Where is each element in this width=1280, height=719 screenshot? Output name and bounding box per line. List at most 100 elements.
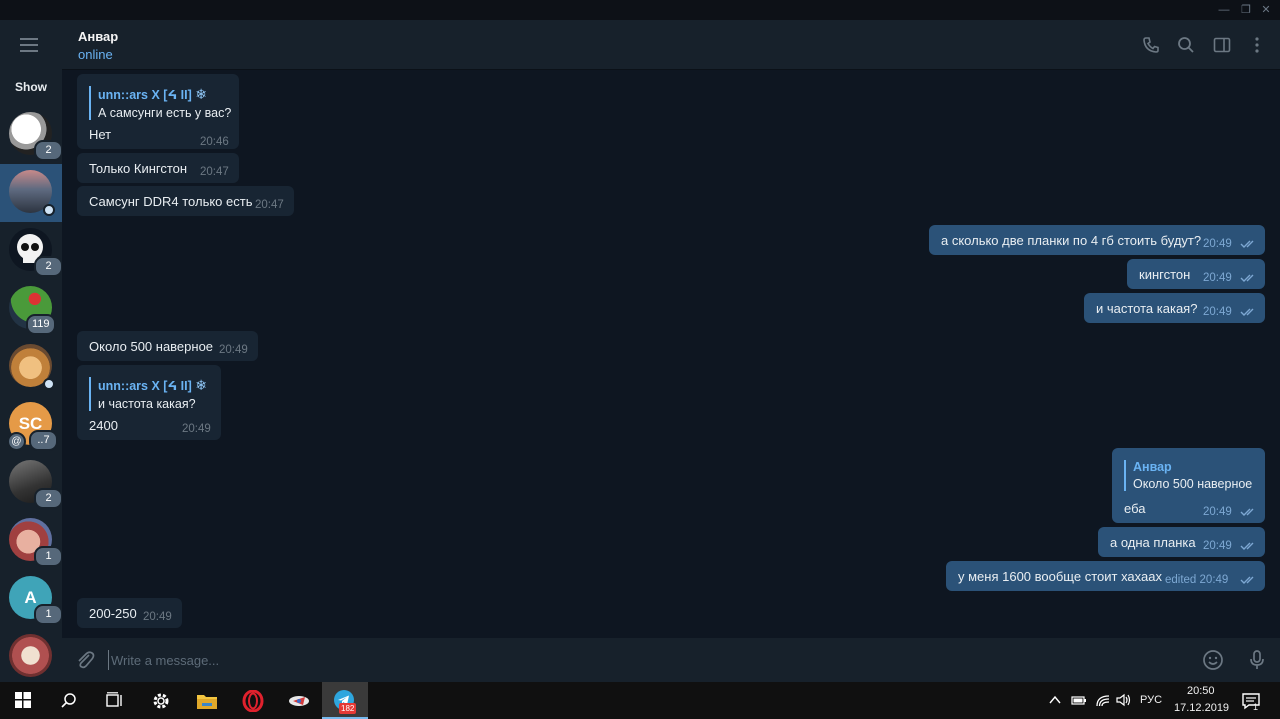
notifications-count: 1 bbox=[1253, 702, 1259, 712]
chat-item[interactable]: SC @ ..7 bbox=[0, 396, 62, 454]
folder-show-label[interactable]: Show bbox=[0, 80, 62, 94]
input-language[interactable]: РУС bbox=[1140, 694, 1162, 706]
app-taskbar-button[interactable] bbox=[276, 682, 322, 719]
online-indicator bbox=[43, 204, 55, 216]
unread-badge: 2 bbox=[34, 140, 63, 161]
unread-badge: 119 bbox=[26, 314, 56, 335]
message-time: 20:49 bbox=[1203, 540, 1232, 552]
read-checkmarks-icon bbox=[1240, 308, 1254, 316]
clock-date[interactable]: 17.12.2019 bbox=[1174, 702, 1229, 714]
message-outgoing[interactable]: а одна планка 20:49 bbox=[1098, 527, 1265, 557]
message-outgoing[interactable]: Анвар Около 500 наверное еба 20:49 bbox=[1112, 448, 1265, 523]
message-outgoing[interactable]: а сколько две планки по 4 гб стоить буду… bbox=[929, 225, 1265, 255]
message-outgoing[interactable]: и частота какая? 20:49 bbox=[1084, 293, 1265, 323]
chat-status: online bbox=[78, 47, 113, 62]
unread-badge: 2 bbox=[34, 488, 63, 509]
microphone-icon[interactable] bbox=[1246, 649, 1268, 671]
message-time: 20:49 bbox=[219, 344, 248, 356]
battery-icon[interactable] bbox=[1071, 694, 1087, 706]
restore-icon[interactable]: ❐ bbox=[1238, 2, 1254, 18]
chat-item[interactable]: 2 bbox=[0, 454, 63, 512]
sidebar-toggle-icon[interactable] bbox=[1213, 36, 1231, 54]
message-time: 20:47 bbox=[255, 199, 284, 211]
reply-author: unn::ars X [ᔦ II] bbox=[98, 379, 192, 393]
attach-icon[interactable] bbox=[74, 649, 96, 671]
message-text: и частота какая? bbox=[1096, 301, 1198, 316]
file-explorer-button[interactable] bbox=[184, 682, 230, 719]
message-time: 20:46 bbox=[200, 136, 229, 148]
search-taskbar-button[interactable] bbox=[46, 682, 92, 719]
message-incoming[interactable]: Около 500 наверное 20:49 bbox=[77, 331, 258, 361]
clock-time[interactable]: 20:50 bbox=[1187, 685, 1215, 697]
message-incoming[interactable]: Только Кингстон 20:47 bbox=[77, 153, 239, 183]
settings-taskbar-button[interactable] bbox=[138, 682, 184, 719]
message-text: а сколько две планки по 4 гб стоить буду… bbox=[941, 233, 1202, 248]
message-time-edited: edited 20:49 bbox=[1165, 574, 1229, 586]
message-time: 20:49 bbox=[143, 611, 172, 623]
chat-item[interactable] bbox=[0, 628, 62, 686]
task-view-button[interactable] bbox=[92, 682, 138, 719]
message-text: Самсунг DDR4 только есть bbox=[89, 194, 253, 209]
online-indicator bbox=[43, 378, 55, 390]
reply-quote[interactable]: Анвар Около 500 наверное bbox=[1124, 460, 1252, 491]
reply-quote[interactable]: unn::ars X [ᔦ II] ❄ А самсунги есть у ва… bbox=[89, 86, 231, 120]
message-time: 20:49 bbox=[1203, 238, 1232, 250]
hamburger-menu-icon[interactable] bbox=[20, 38, 42, 54]
chat-header: Анвар online bbox=[62, 20, 1280, 70]
snowflake-icon: ❄ bbox=[195, 86, 207, 102]
more-options-icon[interactable] bbox=[1248, 36, 1266, 54]
avatar bbox=[9, 634, 52, 677]
read-checkmarks-icon bbox=[1240, 508, 1254, 516]
chat-item-active[interactable] bbox=[0, 164, 62, 222]
telegram-taskbar-button[interactable]: 182 bbox=[322, 682, 368, 719]
plane-icon bbox=[289, 696, 309, 706]
message-outgoing[interactable]: у меня 1600 вообще стоит хахаах edited 2… bbox=[946, 561, 1265, 591]
message-text: Около 500 наверное bbox=[89, 339, 214, 354]
wifi-icon[interactable] bbox=[1095, 693, 1111, 707]
reply-text: А самсунги есть у вас? bbox=[98, 106, 232, 120]
mention-badge: @ bbox=[7, 432, 26, 451]
message-incoming[interactable]: unn::ars X [ᔦ II] ❄ и частота какая? 240… bbox=[77, 365, 221, 440]
message-input[interactable] bbox=[108, 650, 1188, 670]
read-checkmarks-icon bbox=[1240, 576, 1254, 584]
message-incoming[interactable]: unn::ars X [ᔦ II] ❄ А самсунги есть у ва… bbox=[77, 74, 239, 149]
chat-item[interactable]: 2 bbox=[0, 106, 63, 164]
message-outgoing[interactable]: кингстон 20:49 bbox=[1127, 259, 1265, 289]
chat-item[interactable]: 119 bbox=[0, 280, 62, 338]
chat-item[interactable]: 1 bbox=[0, 512, 63, 570]
message-text: 2400 bbox=[89, 418, 118, 433]
windows-taskbar: 182 РУС 20:50 17.12.2019 1 bbox=[0, 682, 1280, 719]
chat-item[interactable]: A 1 bbox=[0, 570, 63, 628]
reply-quote[interactable]: unn::ars X [ᔦ II] ❄ и частота какая? bbox=[89, 377, 207, 411]
opera-button[interactable] bbox=[230, 682, 276, 719]
emoji-icon[interactable] bbox=[1202, 649, 1224, 671]
reply-text: Около 500 наверное bbox=[1133, 477, 1253, 491]
chat-item[interactable]: 2 bbox=[0, 222, 63, 280]
chat-item[interactable] bbox=[0, 338, 62, 396]
unread-badge: 1 bbox=[34, 546, 63, 567]
chevron-up-icon[interactable] bbox=[1048, 694, 1062, 706]
gear-icon bbox=[153, 693, 169, 709]
message-incoming[interactable]: 200-250 20:49 bbox=[77, 598, 182, 628]
unread-badge: 1 bbox=[34, 604, 63, 625]
read-checkmarks-icon bbox=[1240, 542, 1254, 550]
message-time: 20:49 bbox=[1203, 272, 1232, 284]
search-icon bbox=[61, 693, 76, 708]
volume-icon[interactable] bbox=[1116, 693, 1132, 707]
close-icon[interactable]: ✕ bbox=[1258, 2, 1274, 18]
minimize-icon[interactable]: — bbox=[1216, 2, 1232, 18]
reply-author: Анвар bbox=[1133, 460, 1172, 474]
message-composer bbox=[62, 638, 1280, 682]
reply-text: и частота какая? bbox=[98, 397, 196, 411]
message-list[interactable]: unn::ars X [ᔦ II] ❄ А самсунги есть у ва… bbox=[62, 71, 1280, 638]
read-checkmarks-icon bbox=[1240, 274, 1254, 282]
search-icon[interactable] bbox=[1177, 36, 1195, 54]
windows-logo-icon bbox=[15, 692, 31, 708]
telegram-unread-badge: 182 bbox=[339, 703, 357, 714]
telegram-window: — ❐ ✕ Show 2 2 119 SC @ ..7 2 1 A 1 Анва… bbox=[0, 0, 1280, 682]
message-incoming[interactable]: Самсунг DDR4 только есть 20:47 bbox=[77, 186, 294, 216]
start-button[interactable] bbox=[0, 682, 46, 719]
phone-icon[interactable] bbox=[1142, 36, 1160, 54]
chat-title[interactable]: Анвар bbox=[78, 29, 118, 44]
message-time: 20:49 bbox=[1203, 506, 1232, 518]
